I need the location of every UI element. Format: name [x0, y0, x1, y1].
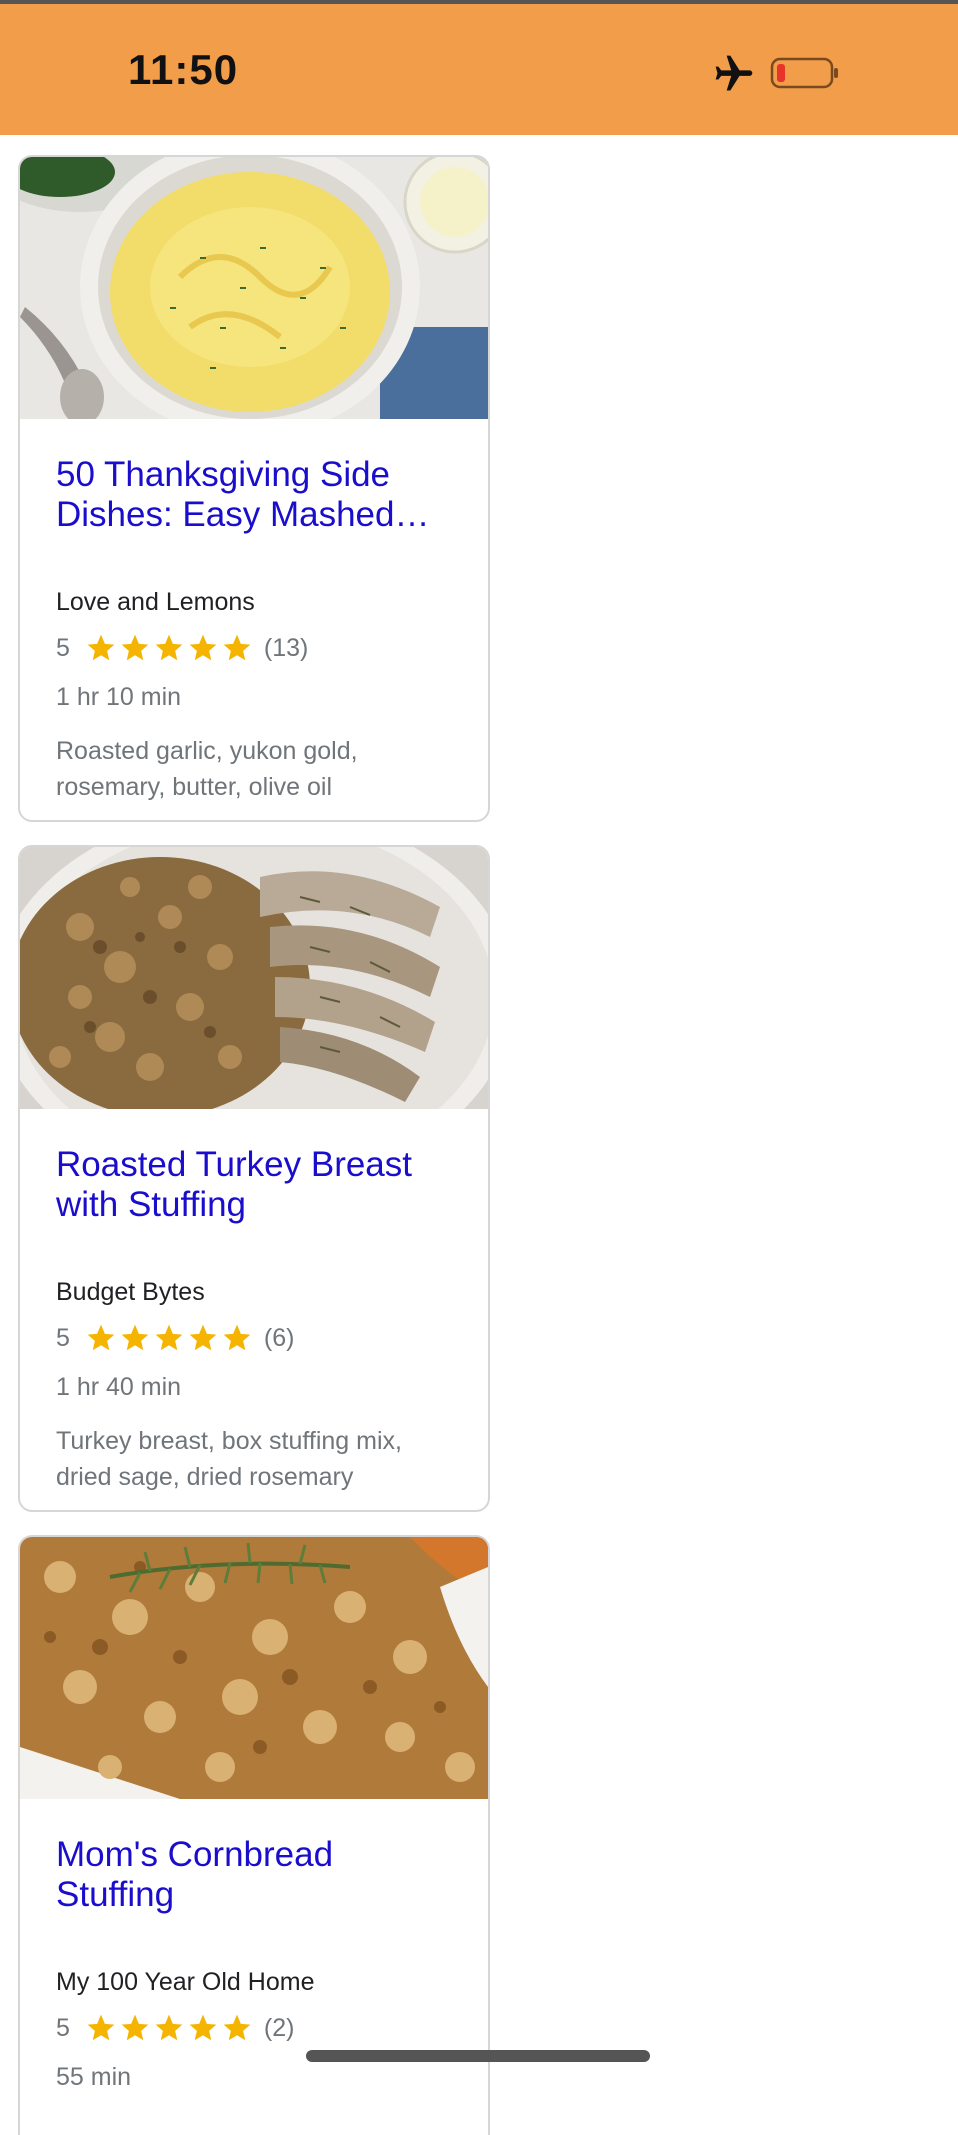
star-icon	[87, 2014, 115, 2041]
star-icon	[121, 2014, 149, 2041]
star-icon	[155, 634, 183, 661]
status-time: 11:50	[128, 46, 239, 93]
recipe-rating: 5 (2)	[56, 2011, 294, 2045]
star-icon	[155, 2014, 183, 2041]
recipe-title-link[interactable]: Mom's Cornbread Stuffing	[56, 1835, 456, 1915]
review-count: (6)	[263, 1323, 295, 1352]
star-icon	[189, 1324, 217, 1351]
rating-stars	[84, 2012, 254, 2044]
star-icon	[121, 1324, 149, 1351]
recipe-card[interactable]: 50 Thanksgiving Side Dishes: Easy Mashed…	[18, 155, 490, 822]
recipe-image-cornbread-stuffing[interactable]	[20, 1537, 488, 1799]
recipe-ingredients: Roasted garlic, yukon gold, rosemary, bu…	[56, 737, 358, 801]
recipe-source: Love and Lemons	[56, 588, 255, 616]
recipe-card[interactable]: Mom's Cornbread Stuffing My 100 Year Old…	[18, 1535, 490, 2135]
rating-value: 5	[56, 633, 70, 662]
recipe-title-link[interactable]: 50 Thanksgiving Side Dishes: Easy Mashed…	[56, 455, 456, 535]
rating-stars	[84, 632, 254, 664]
recipe-title-link[interactable]: Roasted Turkey Breast with Stuffing	[56, 1145, 456, 1225]
rating-value: 5	[56, 2013, 70, 2042]
recipe-rating: 5 (6)	[56, 1321, 294, 1355]
home-indicator[interactable]	[306, 2050, 650, 2062]
rating-stars	[84, 1322, 254, 1354]
star-icon	[223, 2014, 251, 2041]
star-icon	[87, 1324, 115, 1351]
recipe-time: 1 hr 40 min	[56, 1373, 182, 1401]
review-count: (13)	[263, 633, 309, 662]
star-icon	[223, 1324, 251, 1351]
star-icon	[155, 1324, 183, 1351]
star-icon	[189, 2014, 217, 2041]
star-icon	[189, 634, 217, 661]
airplane-icon	[715, 55, 753, 91]
star-icon	[223, 634, 251, 661]
recipe-image-mashed-potatoes[interactable]	[20, 157, 488, 419]
recipe-source: My 100 Year Old Home	[56, 1968, 315, 1996]
review-count: (2)	[263, 2013, 295, 2042]
recipe-source: Budget Bytes	[56, 1278, 205, 1306]
recipe-rating: 5 (13)	[56, 631, 308, 665]
star-icon	[87, 634, 115, 661]
battery-low-icon	[770, 57, 838, 89]
recipe-image-turkey-stuffing[interactable]	[20, 847, 488, 1109]
recipe-time: 1 hr 10 min	[56, 683, 182, 711]
recipe-ingredients: Turkey breast, box stuffing mix, dried s…	[56, 1427, 402, 1491]
recipe-time: 55 min	[56, 2063, 132, 2091]
status-bar: 11:50	[0, 0, 958, 135]
star-icon	[121, 634, 149, 661]
recipe-card[interactable]: Roasted Turkey Breast with Stuffing Budg…	[18, 845, 490, 1512]
rating-value: 5	[56, 1323, 70, 1352]
